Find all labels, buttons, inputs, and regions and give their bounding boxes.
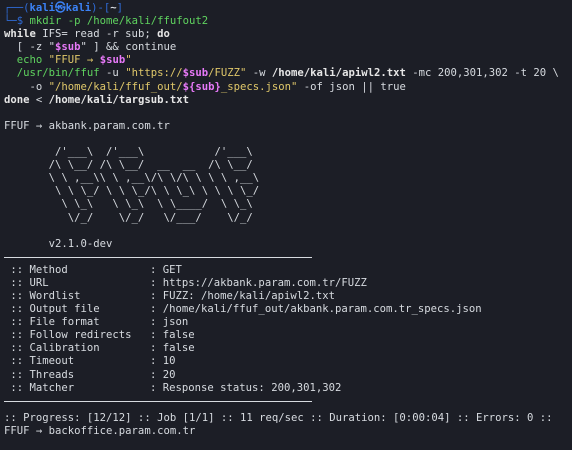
banner-line: \ \ ,__\\ \ ,__\/\ \/\ \ \ \ ,__\ (4, 172, 260, 185)
config-row-wordlist: :: Wordlist: FUZZ: /home/kali/apiwl2.txt (4, 289, 335, 302)
command-line-2: while IFS= read -r sub; do (4, 28, 170, 41)
config-row-matcher: :: Matcher: Response status: 200,301,302 (4, 381, 342, 394)
prompt-host: kali (65, 2, 92, 14)
config-row-timeout: :: Timeout: 10 (4, 355, 176, 368)
config-row-follow-redirects: :: Follow redirects: false (4, 329, 195, 342)
divider-bottom (4, 400, 312, 402)
banner-line: \ \_\ \ \_\ \ \____/ \ \_\ (4, 198, 253, 211)
banner-line: \ \ \_/ \ \ \_/\ \ \_\ \ \ \ \_/ (4, 185, 260, 198)
ffuf-config: :: Method: GET :: URL: https://akbank.pa… (4, 264, 572, 395)
progress-status: :: Progress: [12/12] :: Job [1/1] :: 11 … (4, 411, 553, 424)
ffuf-target-2: FFUF → backoffice.param.com.tr (4, 424, 196, 437)
command-line-4: echo "FFUF → $sub" (4, 54, 132, 67)
command-line-3: [ -z "$sub" ] && continue (4, 41, 177, 54)
ffuf-banner: /'___\ /'___\ /'___\ /\ \__/ /\ \__/ __ … (4, 146, 572, 225)
banner-line: /\ \__/ /\ \__/ __ __ /\ \__/ (4, 159, 253, 172)
ffuf-version: v2.1.0-dev (4, 237, 113, 250)
config-row-url: :: URL: https://akbank.param.com.tr/FUZZ (4, 276, 367, 289)
command-line-5: /usr/bin/ffuf -u "https://$sub/FUZZ" -w … (4, 67, 559, 80)
prompt-line: ┌──(kali㉿kali)-[~] (4, 2, 124, 14)
command-line-6: -o "/home/kali/ffuf_out/${sub}_specs.jso… (4, 80, 406, 93)
config-row-output-file: :: Output file: /home/kali/ffuf_out/akba… (4, 303, 482, 316)
config-row-file-format: :: File format: json (4, 316, 189, 329)
config-row-threads: :: Threads: 20 (4, 368, 176, 381)
command-line-1: └─$ mkdir -p /home/kali/ffufout2 (4, 15, 209, 28)
config-row-method: :: Method: GET (4, 263, 182, 276)
banner-line: \/_/ \/_/ \/___/ \/_/ (4, 211, 253, 224)
terminal-window[interactable]: ┌──(kali㉿kali)-[~] └─$ mkdir -p /home/ka… (0, 0, 572, 450)
banner-line: /'___\ /'___\ /'___\ (4, 146, 253, 159)
ffuf-target-1: FFUF → akbank.param.com.tr (4, 119, 170, 132)
divider-top (4, 256, 312, 258)
prompt-user: kali (29, 2, 56, 14)
config-row-calibration: :: Calibration: false (4, 342, 195, 355)
command-line-7: done < /home/kali/targsub.txt (4, 93, 189, 106)
